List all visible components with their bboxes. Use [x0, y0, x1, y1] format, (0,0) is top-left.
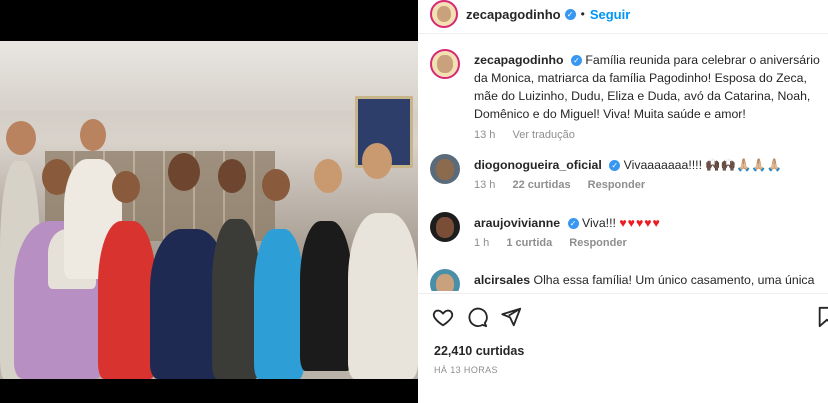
author-avatar[interactable] [430, 0, 458, 28]
header-divider [418, 33, 828, 34]
photo-person-head [112, 171, 140, 203]
comment-body: diogonogueira_oficial ✓ Vivaaaaaaa!!!! 🙌… [474, 156, 826, 174]
header-separator: • [580, 7, 585, 21]
comment-username[interactable]: araujovivianne [474, 216, 560, 230]
verified-icon: ✓ [564, 8, 576, 20]
verified-icon: ✓ [609, 160, 621, 171]
comment-icon[interactable] [466, 306, 488, 328]
bookmark-icon[interactable] [816, 306, 828, 328]
photo-person [300, 221, 352, 371]
heart-icon[interactable] [432, 306, 454, 328]
photo-person [348, 213, 418, 379]
action-bar [432, 306, 828, 330]
post-timestamp[interactable]: HÁ 13 HORAS [434, 365, 498, 375]
photo-person-head [80, 119, 106, 151]
comment-username[interactable]: alcirsales [474, 273, 530, 287]
actions-divider [418, 293, 828, 294]
photo-person [254, 229, 304, 379]
comments-panel: zecapagodinho ✓ • Seguir zecapagodinho ✓… [418, 0, 828, 403]
comment-likes[interactable]: 22 curtidas [512, 179, 570, 191]
caption-username[interactable]: zecapagodinho [474, 53, 564, 67]
translate-link[interactable]: Ver tradução [512, 129, 574, 141]
caption-meta: 13 h Ver tradução [474, 129, 589, 141]
reply-button[interactable]: Responder [588, 179, 645, 191]
author-username[interactable]: zecapagodinho [466, 7, 561, 22]
comment-avatar[interactable] [430, 269, 460, 291]
photo-person [98, 221, 156, 379]
instagram-post-view: zecapagodinho ✓ • Seguir zecapagodinho ✓… [0, 0, 828, 403]
caption-time: 13 h [474, 129, 496, 141]
comment-text: Olha essa família! Um único casamento, u… [533, 273, 815, 287]
comment-avatar[interactable] [430, 212, 460, 242]
caption-avatar[interactable] [430, 49, 460, 79]
comment-item: araujovivianne ✓ Viva!!! ♥♥♥♥♥ 1 h 1 cur… [430, 212, 822, 252]
post-header: zecapagodinho ✓ • Seguir [418, 0, 828, 28]
photo-person-head [6, 121, 36, 155]
reply-button[interactable]: Responder [569, 237, 626, 249]
comment-body: araujovivianne ✓ Viva!!! ♥♥♥♥♥ [474, 214, 826, 232]
comment-text: Vivaaaaaaa!!!! 🙌🏿🙌🏿🙏🏼🙏🏼🙏🏼 [623, 158, 782, 172]
verified-icon: ✓ [567, 218, 579, 229]
comment-avatar[interactable] [430, 154, 460, 184]
caption-comment: zecapagodinho ✓ Família reunida para cel… [430, 49, 822, 141]
comment-time: 13 h [474, 179, 496, 191]
photo-person-head [168, 153, 200, 191]
photo-person-head [262, 169, 290, 201]
comment-meta: 1 h 1 curtida Responder [474, 237, 641, 249]
photo-person [212, 219, 260, 379]
photo-panel [0, 0, 418, 403]
comment-time: 1 h [474, 237, 490, 249]
share-icon[interactable] [500, 306, 522, 328]
photo-person-head [218, 159, 246, 193]
comment-likes[interactable]: 1 curtida [506, 237, 552, 249]
comment-item: alcirsales Olha essa família! Um único c… [430, 269, 822, 291]
comments-list[interactable]: zecapagodinho ✓ Família reunida para cel… [418, 41, 828, 291]
hearts-emoji: ♥♥♥♥♥ [619, 216, 661, 230]
comment-text: Viva!!! [581, 216, 616, 230]
photo-person-head [314, 159, 342, 193]
photo-person-head [362, 143, 392, 179]
caption-body: zecapagodinho ✓ Família reunida para cel… [474, 51, 826, 123]
comment-username[interactable]: diogonogueira_oficial [474, 158, 602, 172]
post-photo[interactable] [0, 41, 418, 379]
likes-count[interactable]: 22,410 curtidas [434, 344, 524, 358]
comment-meta: 13 h 22 curtidas Responder [474, 179, 659, 191]
comment-body: alcirsales Olha essa família! Um único c… [474, 271, 826, 289]
verified-icon: ✓ [570, 55, 582, 66]
follow-button[interactable]: Seguir [590, 7, 630, 22]
comment-item: diogonogueira_oficial ✓ Vivaaaaaaa!!!! 🙌… [430, 154, 822, 194]
